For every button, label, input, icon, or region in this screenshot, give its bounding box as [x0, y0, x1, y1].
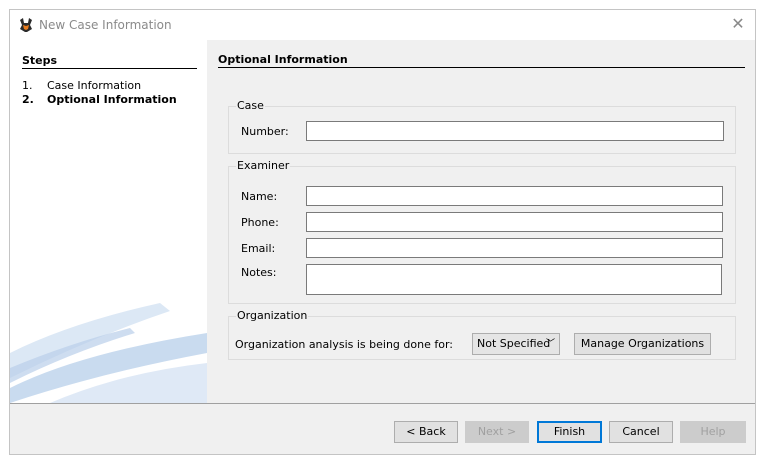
case-number-input[interactable]: [306, 121, 724, 141]
step-number: 2.: [22, 93, 34, 106]
organization-select[interactable]: Not Specified ﹀: [472, 333, 560, 355]
examiner-group: Examiner Name: Phone: Email: Notes:: [228, 159, 736, 304]
close-icon[interactable]: ✕: [729, 15, 747, 33]
email-label: Email:: [241, 242, 276, 255]
case-legend: Case: [236, 99, 265, 112]
step-item-2: 2. Optional Information: [22, 93, 177, 106]
name-label: Name:: [241, 190, 278, 203]
app-logo-icon: [20, 18, 32, 32]
case-group: Case Number:: [228, 99, 736, 154]
finish-button[interactable]: Finish: [537, 421, 602, 443]
org-analysis-label: Organization analysis is being done for:: [235, 338, 453, 351]
optional-info-panel: Optional Information Case Number: Examin…: [207, 40, 755, 403]
organization-selected-value: Not Specified: [477, 337, 551, 350]
phone-label: Phone:: [241, 216, 279, 229]
chevron-down-icon: ﹀: [545, 339, 555, 349]
back-button[interactable]: < Back: [394, 421, 458, 443]
steps-title: Steps: [22, 54, 197, 69]
organization-group: Organization Organization analysis is be…: [228, 309, 736, 360]
number-label: Number:: [241, 125, 289, 138]
examiner-email-input[interactable]: [306, 238, 723, 258]
manage-organizations-button[interactable]: Manage Organizations: [574, 333, 711, 355]
step-label: Case Information: [47, 79, 142, 92]
examiner-phone-input[interactable]: [306, 212, 723, 232]
panel-title: Optional Information: [218, 53, 745, 68]
decorative-swoosh: [10, 303, 207, 403]
next-button[interactable]: Next >: [465, 421, 529, 443]
examiner-name-input[interactable]: [306, 186, 723, 206]
title-bar: New Case Information ✕: [10, 10, 755, 40]
window-title: New Case Information: [39, 18, 172, 32]
examiner-notes-textarea[interactable]: [306, 264, 722, 295]
step-label: Optional Information: [47, 93, 177, 106]
examiner-legend: Examiner: [236, 159, 291, 172]
notes-label: Notes:: [241, 266, 277, 279]
help-button[interactable]: Help: [680, 421, 746, 443]
step-item-1: 1. Case Information: [22, 79, 141, 92]
cancel-button[interactable]: Cancel: [609, 421, 673, 443]
organization-legend: Organization: [236, 309, 309, 322]
button-bar: < Back Next > Finish Cancel Help: [10, 403, 755, 454]
step-number: 1.: [22, 79, 33, 92]
new-case-dialog: New Case Information ✕ Steps 1. Case Info…: [9, 9, 756, 455]
steps-pane: Steps 1. Case Information 2. Optional Info…: [10, 40, 207, 403]
